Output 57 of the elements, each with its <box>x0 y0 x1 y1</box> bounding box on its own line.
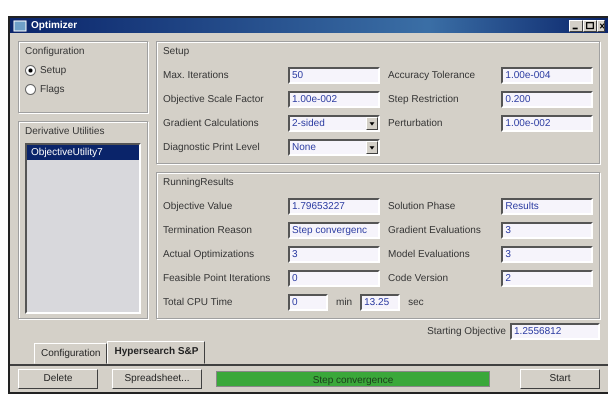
radio-button[interactable] <box>25 65 36 76</box>
field-label: Actual Optimizations <box>163 248 256 262</box>
dropdown-field[interactable]: 2-sided <box>288 114 380 132</box>
field-label: Feasible Point Iterations <box>163 272 272 286</box>
app-icon <box>13 20 27 32</box>
field-label: Max. Iterations <box>163 68 230 82</box>
field-label: Starting Objective <box>427 324 506 339</box>
window-title: Optimizer <box>31 19 78 33</box>
dropdown-field[interactable]: None <box>288 138 380 156</box>
field-label: Accuracy Tolerance <box>388 68 476 82</box>
group-title: Configuration <box>25 45 86 59</box>
field-label: Diagnostic Print Level <box>163 140 261 154</box>
start-button[interactable]: Start <box>520 368 600 389</box>
input-field[interactable]: 13.25 <box>360 294 400 310</box>
field-label: Solution Phase <box>388 200 456 214</box>
input-field[interactable]: 1.00e-004 <box>501 66 593 84</box>
radio-button[interactable] <box>25 84 36 95</box>
list-item[interactable]: ObjectiveUtility7 <box>27 145 139 160</box>
radio-label[interactable]: Flags <box>40 82 64 97</box>
close-button[interactable] <box>597 20 605 32</box>
input-field[interactable]: Step convergenc <box>288 222 380 238</box>
field-label: Gradient Evaluations <box>388 224 482 238</box>
input-field[interactable]: 3 <box>288 246 380 262</box>
tab[interactable]: Configuration <box>34 342 108 364</box>
group-title: RunningResults <box>163 176 235 190</box>
field-label: Termination Reason <box>163 224 253 238</box>
field-label: Objective Scale Factor <box>163 92 265 106</box>
field-label: Step Restriction <box>388 92 460 106</box>
minimize-button[interactable] <box>569 20 583 32</box>
field-label: Gradient Calculations <box>163 116 260 130</box>
input-field[interactable]: 0.200 <box>501 90 593 108</box>
spreadsheet-button[interactable]: Spreadsheet... <box>112 368 202 389</box>
input-field[interactable]: 0 <box>288 294 328 310</box>
radio-label[interactable]: Setup <box>40 63 66 78</box>
input-field[interactable]: 3 <box>501 222 593 238</box>
unit-label: sec <box>407 296 425 310</box>
maximize-button[interactable] <box>583 20 597 32</box>
field-label: Perturbation <box>388 116 444 130</box>
field-label: Model Evaluations <box>388 248 471 262</box>
tab[interactable]: Hypersearch S&P <box>107 340 206 364</box>
input-field[interactable]: 1.79653227 <box>288 198 380 214</box>
input-field[interactable]: 1.2556812 <box>510 322 600 340</box>
group-title: Setup <box>163 45 190 59</box>
input-field[interactable]: 3 <box>501 246 593 262</box>
input-field[interactable]: 1.00e-002 <box>288 90 380 108</box>
progress-text: Step convergence <box>312 374 394 388</box>
field-label: Total CPU Time <box>163 296 234 310</box>
input-field[interactable]: 2 <box>501 270 593 286</box>
field-label: Code Version <box>388 272 450 286</box>
input-field[interactable]: Results <box>501 198 593 214</box>
input-field[interactable]: 1.00e-002 <box>501 114 593 132</box>
input-field[interactable]: 0 <box>288 270 380 286</box>
group-title: Derivative Utilities <box>25 125 106 139</box>
field-label: Objective Value <box>163 200 234 214</box>
delete-button[interactable]: Delete <box>18 368 98 389</box>
input-field[interactable]: 50 <box>288 66 380 84</box>
unit-label: min <box>335 296 354 310</box>
